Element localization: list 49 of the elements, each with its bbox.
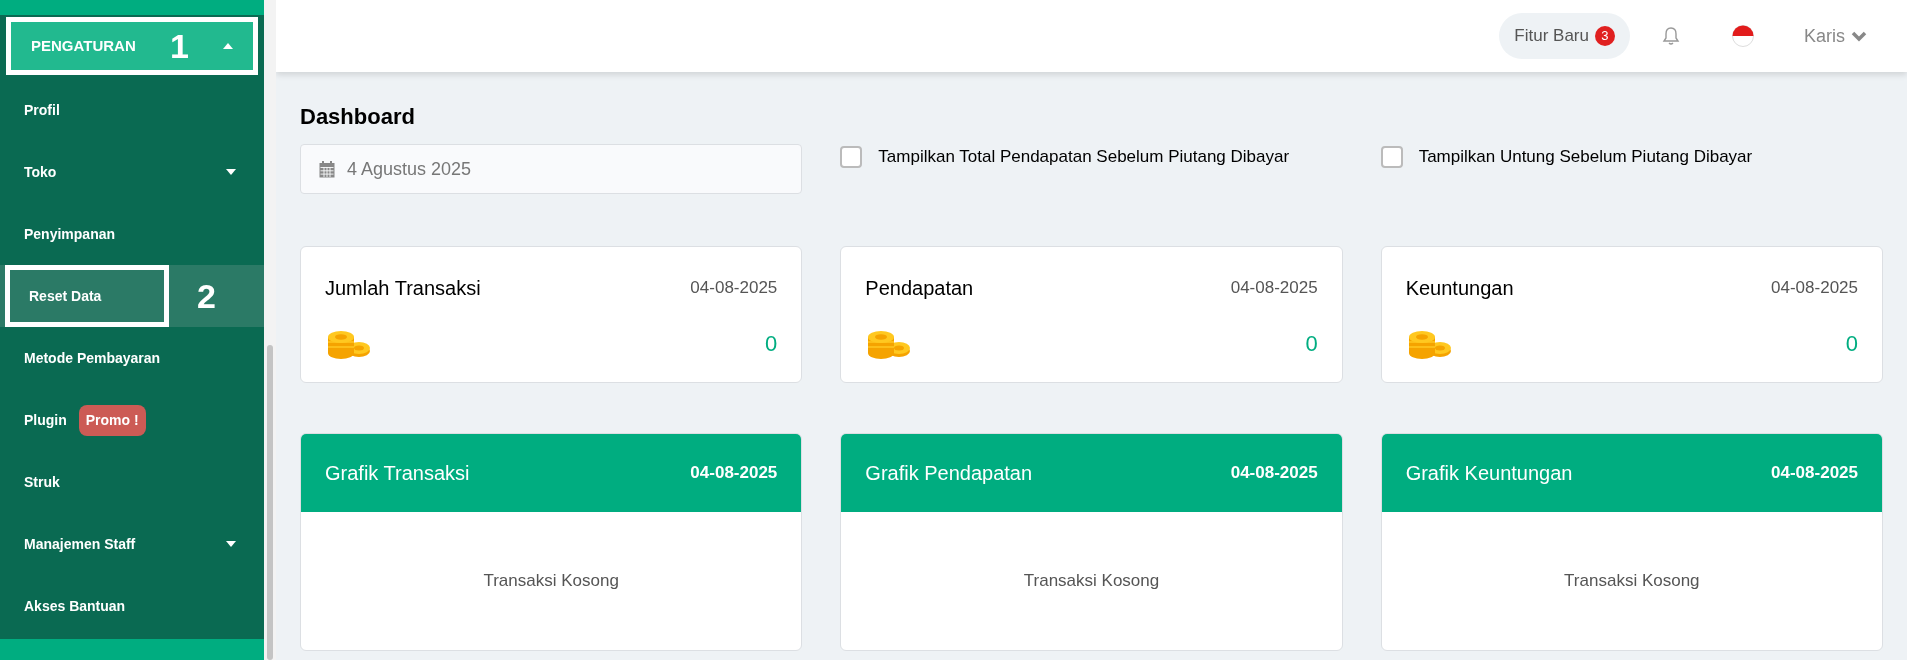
chart-date: 04-08-2025 xyxy=(1230,462,1318,485)
date-field[interactable]: 4 Agustus 2025 xyxy=(300,144,803,194)
promo-badge: Promo ! xyxy=(78,404,146,436)
empty-message: Transaksi Kosong xyxy=(1023,570,1160,593)
checkbox-label: Tampilkan Total Pendapatan Sebelum Piutang Dibayar xyxy=(878,146,1290,168)
stat-value: 0 xyxy=(1845,330,1858,358)
checkbox[interactable] xyxy=(1380,146,1403,168)
step-number: 2 xyxy=(197,279,216,313)
stat-value: 0 xyxy=(765,330,778,358)
card-title: Jumlah Transaksi xyxy=(325,276,481,301)
scrollbar[interactable] xyxy=(267,345,273,660)
calendar-icon xyxy=(319,160,335,178)
page-title: Dashboard xyxy=(300,103,416,130)
chart-date: 04-08-2025 xyxy=(1771,462,1858,485)
coins-icon xyxy=(325,328,371,359)
stat-value: 0 xyxy=(1305,330,1318,358)
chart-title: Grafik Keuntungan xyxy=(1405,461,1573,486)
caret-up-icon xyxy=(223,43,233,49)
count-badge: 3 xyxy=(1595,26,1615,46)
sidebar-item[interactable]: Metode Pembayaran xyxy=(0,327,264,389)
coins-icon xyxy=(865,328,912,359)
new-features-button[interactable]: Fitur Baru 3 xyxy=(1499,13,1630,59)
sidebar-item[interactable]: Manajemen Staff xyxy=(0,513,264,575)
sidebar-item[interactable]: Reset Data xyxy=(5,265,169,327)
user-menu[interactable]: Karis xyxy=(1804,22,1867,50)
chevron-down-icon xyxy=(1851,30,1867,42)
empty-message: Transaksi Kosong xyxy=(1564,570,1700,593)
flag-icon[interactable] xyxy=(1732,25,1754,47)
chart-title: Grafik Pendapatan xyxy=(865,461,1033,486)
sidebar-item[interactable]: Profil xyxy=(0,79,264,141)
checkbox[interactable] xyxy=(840,146,863,168)
card-date: 04-08-2025 xyxy=(1230,277,1318,300)
chart-title: Grafik Transaksi xyxy=(325,461,470,486)
empty-message: Transaksi Kosong xyxy=(483,570,619,593)
sidebar-item[interactable]: Toko xyxy=(0,141,264,203)
step-number: 1 xyxy=(170,29,189,63)
card-title: Keuntungan xyxy=(1405,276,1514,301)
bell-icon[interactable] xyxy=(1662,26,1680,46)
card-date: 04-08-2025 xyxy=(690,277,778,300)
card-date: 04-08-2025 xyxy=(1771,277,1858,300)
date-value: 4 Agustus 2025 xyxy=(347,157,472,181)
card-title: Pendapatan xyxy=(865,276,974,301)
sidebar-item[interactable]: Akses Bantuan xyxy=(0,575,264,637)
checkbox-label: Tampilkan Untung Sebelum Piutang Dibayar xyxy=(1418,146,1753,168)
sidebar-item[interactable]: Struk xyxy=(0,451,264,513)
chart-date: 04-08-2025 xyxy=(690,462,778,485)
sidebar-item[interactable]: Plugin Promo ! xyxy=(0,389,264,451)
section-label: PENGATURAN xyxy=(31,35,136,56)
sidebar-item[interactable]: Penyimpanan xyxy=(0,203,264,265)
